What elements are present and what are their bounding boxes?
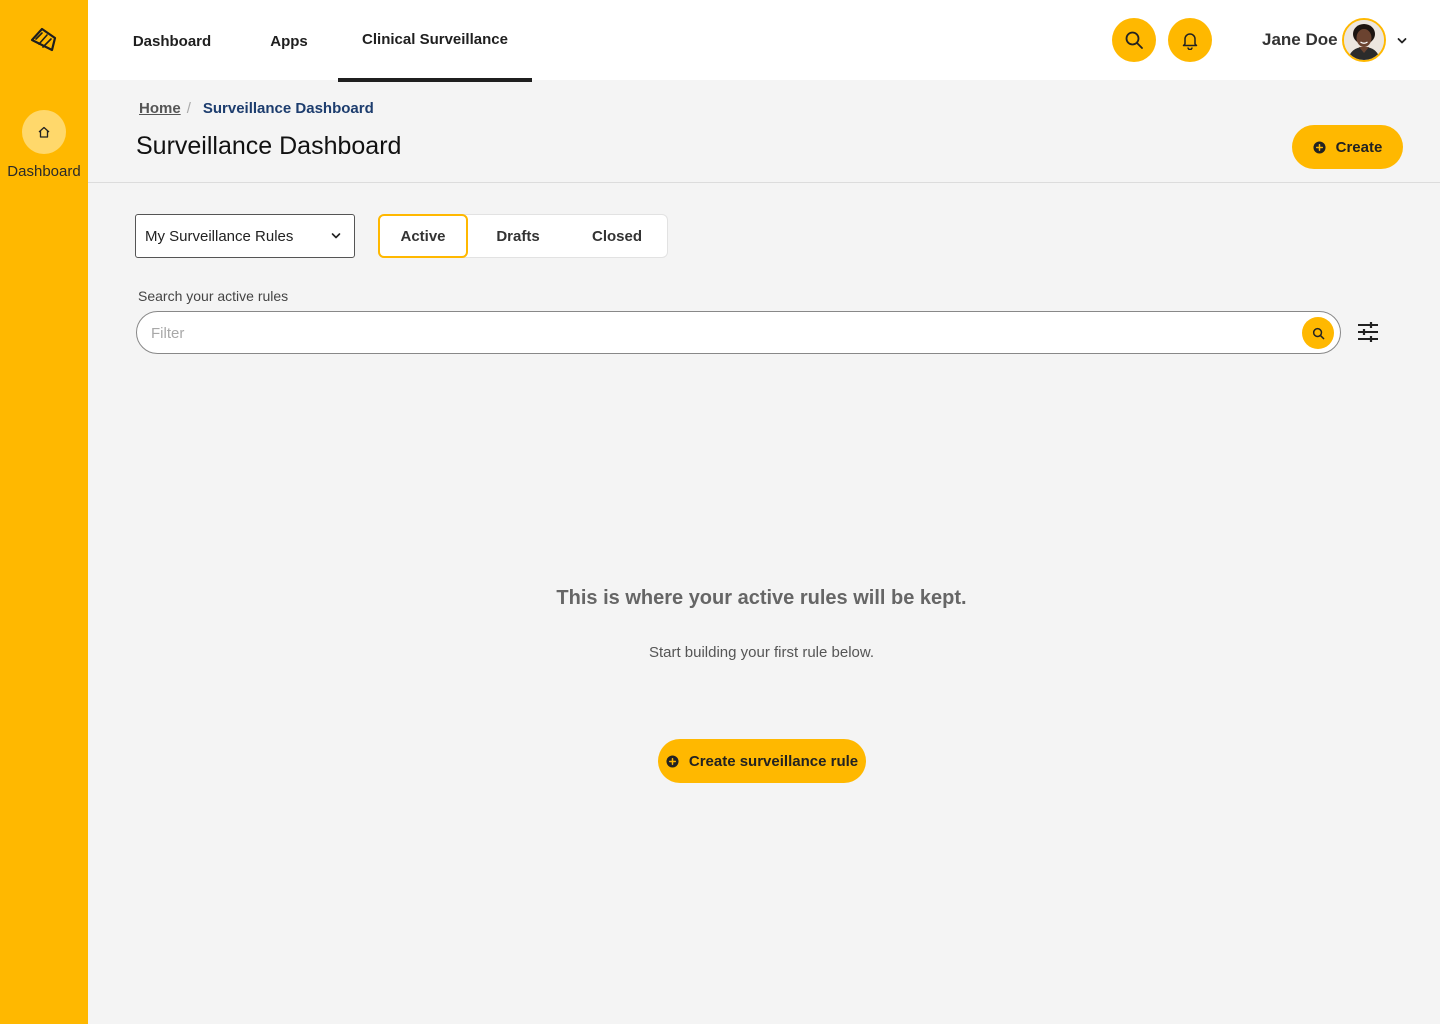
rules-scope-select[interactable]: My Surveillance Rules bbox=[135, 214, 355, 258]
home-icon bbox=[22, 110, 66, 154]
create-surveillance-rule-button[interactable]: Create surveillance rule bbox=[658, 739, 866, 783]
sidebar: Dashboard bbox=[0, 0, 88, 1024]
search-label: Search your active rules bbox=[138, 288, 289, 304]
page-title: Surveillance Dashboard bbox=[136, 132, 402, 160]
chevron-down-icon bbox=[331, 233, 341, 239]
rules-scope-value: My Surveillance Rules bbox=[145, 227, 294, 245]
tab-active[interactable]: Active bbox=[378, 214, 468, 258]
notifications-button[interactable] bbox=[1168, 18, 1212, 62]
user-menu-chevron-icon[interactable] bbox=[1396, 33, 1408, 51]
top-navigation: Dashboard Apps Clinical Surveillance Jan… bbox=[88, 0, 1440, 82]
breadcrumb: Home / Surveillance Dashboard bbox=[139, 100, 374, 117]
search-submit-button[interactable] bbox=[1302, 317, 1334, 349]
empty-state-title: This is where your active rules will be … bbox=[556, 587, 967, 609]
user-avatar[interactable] bbox=[1342, 18, 1386, 62]
user-name[interactable]: Jane Doe bbox=[1262, 30, 1338, 50]
tab-clinical-surveillance[interactable]: Clinical Surveillance bbox=[338, 0, 532, 82]
filter-settings-button[interactable] bbox=[1356, 320, 1380, 344]
sliders-icon bbox=[1358, 322, 1378, 342]
create-button-label: Create bbox=[1335, 138, 1383, 156]
sidebar-item-dashboard[interactable]: Dashboard bbox=[0, 110, 88, 180]
tab-dashboard[interactable]: Dashboard bbox=[104, 0, 240, 82]
breadcrumb-current: Surveillance Dashboard bbox=[202, 100, 374, 117]
brand-logo[interactable] bbox=[28, 24, 60, 56]
bell-icon bbox=[1182, 33, 1198, 50]
tab-apps[interactable]: Apps bbox=[240, 0, 338, 82]
search-icon bbox=[1312, 327, 1324, 339]
breadcrumb-separator: / bbox=[186, 100, 191, 117]
search-icon bbox=[1125, 31, 1143, 49]
empty-state-subtitle: Start building your first rule below. bbox=[648, 644, 875, 661]
plus-circle-icon bbox=[666, 754, 679, 768]
status-tabs: Active Drafts Closed bbox=[378, 214, 668, 258]
cta-button-label: Create surveillance rule bbox=[688, 752, 859, 770]
global-search-button[interactable] bbox=[1112, 18, 1156, 62]
tab-closed[interactable]: Closed bbox=[567, 214, 667, 258]
sidebar-item-label: Dashboard bbox=[7, 163, 81, 180]
search-field bbox=[136, 311, 1341, 354]
create-button[interactable]: Create bbox=[1292, 125, 1403, 169]
header-divider bbox=[88, 182, 1440, 183]
tab-drafts[interactable]: Drafts bbox=[469, 214, 567, 258]
plus-circle-icon bbox=[1313, 140, 1326, 154]
search-input[interactable] bbox=[151, 322, 1281, 344]
breadcrumb-home-link[interactable]: Home bbox=[139, 100, 181, 117]
